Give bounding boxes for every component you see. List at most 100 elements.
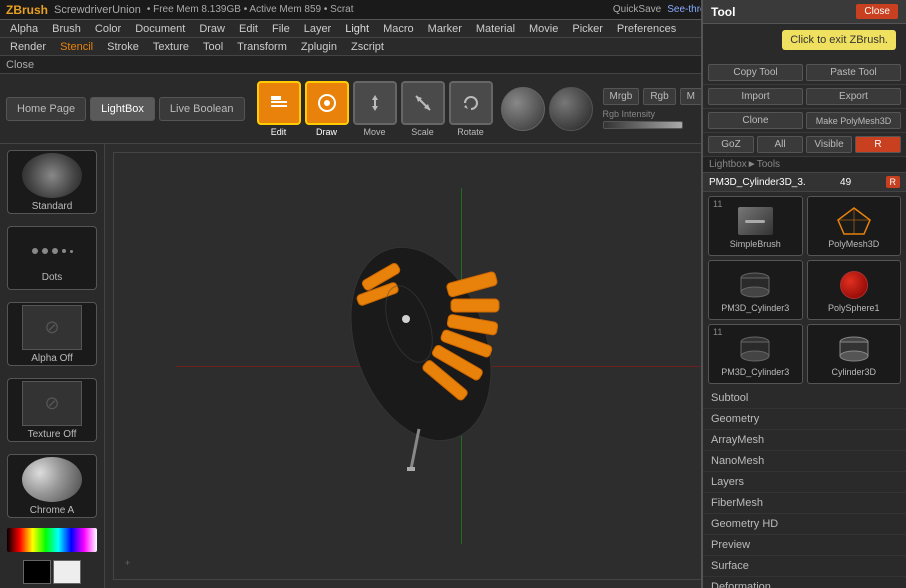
menu-zplugin[interactable]: Zplugin <box>295 40 343 54</box>
material-sphere[interactable] <box>501 87 545 131</box>
standard-label: Standard <box>32 201 73 212</box>
subtool-item-subtool[interactable]: Subtool <box>703 388 906 409</box>
copy-tool-button[interactable]: Copy Tool <box>708 64 803 81</box>
subtool-item-geometry[interactable]: Geometry <box>703 409 906 430</box>
import-export-row: Import Export <box>703 85 906 109</box>
tab-lightbox[interactable]: LightBox <box>90 97 155 121</box>
tab-home-page[interactable]: Home Page <box>6 97 86 121</box>
pm3d-cylinder3-b-thumb[interactable]: 11 PM3D_Cylinder3 <box>708 324 803 384</box>
tab-live-boolean[interactable]: Live Boolean <box>159 97 245 121</box>
foreground-color[interactable] <box>23 560 51 584</box>
mem-info: • Free Mem 8.139GB • Active Mem 859 • Sc… <box>147 4 607 15</box>
edit-tool-btn[interactable] <box>257 81 301 125</box>
subtool-item-geometryhd[interactable]: Geometry HD <box>703 514 906 535</box>
dots-brush-thumb[interactable]: Dots <box>7 226 97 290</box>
model-container <box>261 204 561 484</box>
m-button[interactable]: M <box>680 88 702 105</box>
goz-button[interactable]: GoZ <box>708 136 754 153</box>
rgb-intensity-slider[interactable] <box>603 121 683 129</box>
move-tool-btn[interactable] <box>353 81 397 125</box>
scale-tool-label: Scale <box>411 127 434 137</box>
draw-tool-label: Draw <box>316 127 337 137</box>
menu-light[interactable]: Light <box>339 22 375 36</box>
menu-render[interactable]: Render <box>4 40 52 54</box>
simple-brush-label: SimpleBrush <box>730 239 781 249</box>
subtool-item-arraymesh[interactable]: ArrayMesh <box>703 430 906 451</box>
chrome-label: Chrome A <box>30 505 74 516</box>
edit-tool-label: Edit <box>271 127 287 137</box>
active-tool-row: PM3D_Cylinder3D_3. 49 R <box>703 173 906 192</box>
close-label[interactable]: Close <box>6 59 34 71</box>
background-color[interactable] <box>53 560 81 584</box>
menu-brush[interactable]: Brush <box>46 22 87 36</box>
menu-color[interactable]: Color <box>89 22 127 36</box>
chrome-thumb[interactable]: Chrome A <box>7 454 97 518</box>
menu-texture[interactable]: Texture <box>147 40 195 54</box>
polymesh3d-icon <box>834 204 874 239</box>
rotate-tool-btn[interactable] <box>449 81 493 125</box>
rotate-tool-label: Rotate <box>457 127 484 137</box>
lightbox-tools-label[interactable]: Lightbox►Tools <box>703 157 906 173</box>
brush-preview-standard <box>22 153 82 198</box>
color-swatches <box>23 560 81 584</box>
polymesh3d-thumb[interactable]: PolyMesh3D <box>807 196 902 256</box>
subtool-item-deformation[interactable]: Deformation <box>703 577 906 588</box>
polysphere1-thumb[interactable]: PolySphere1 <box>807 260 902 320</box>
texture-off-preview: ⊘ <box>22 381 82 426</box>
polymesh3d-label: PolyMesh3D <box>828 239 879 249</box>
menu-preferences[interactable]: Preferences <box>611 22 682 36</box>
cylinder3d-thumb[interactable]: Cylinder3D <box>807 324 902 384</box>
all-button[interactable]: All <box>757 136 803 153</box>
menu-material[interactable]: Material <box>470 22 521 36</box>
rgb-button[interactable]: Rgb <box>643 88 675 105</box>
paste-tool-button[interactable]: Paste Tool <box>806 64 901 81</box>
menu-alpha[interactable]: Alpha <box>4 22 44 36</box>
draw-tool-btn[interactable] <box>305 81 349 125</box>
menu-macro[interactable]: Macro <box>377 22 420 36</box>
left-panel: Standard Dots ⊘ Alpha Off ⊘ Texture Off <box>0 144 105 588</box>
tool-panel: Tool Close Click to exit ZBrush. Copy To… <box>701 0 906 588</box>
menu-draw[interactable]: Draw <box>193 22 231 36</box>
menu-marker[interactable]: Marker <box>422 22 468 36</box>
main-area: Standard Dots ⊘ Alpha Off ⊘ Texture Off <box>0 144 906 588</box>
simple-brush-thumb[interactable]: 11 SimpleBrush <box>708 196 803 256</box>
subtool-item-preview[interactable]: Preview <box>703 535 906 556</box>
subtool-item-nanomesh[interactable]: NanoMesh <box>703 451 906 472</box>
make-polymesh-button[interactable]: Make PolyMesh3D <box>806 112 901 129</box>
subtool-item-surface[interactable]: Surface <box>703 556 906 577</box>
scale-tool-btn[interactable] <box>401 81 445 125</box>
menu-picker[interactable]: Picker <box>566 22 609 36</box>
clone-button[interactable]: Clone <box>708 112 803 129</box>
menu-stroke[interactable]: Stroke <box>101 40 145 54</box>
standard-brush-thumb[interactable]: Standard <box>7 150 97 214</box>
tool-close-button[interactable]: Close <box>856 4 898 19</box>
menu-edit[interactable]: Edit <box>233 22 264 36</box>
matcap-sphere[interactable] <box>549 87 593 131</box>
menu-file[interactable]: File <box>266 22 296 36</box>
clone-row: Clone Make PolyMesh3D <box>703 109 906 133</box>
import-button[interactable]: Import <box>708 88 803 105</box>
menu-stencil[interactable]: Stencil <box>54 40 99 54</box>
texture-off-thumb[interactable]: ⊘ Texture Off <box>7 378 97 442</box>
quicksave-btn[interactable]: QuickSave <box>613 4 661 15</box>
menu-document[interactable]: Document <box>129 22 191 36</box>
menu-tool[interactable]: Tool <box>197 40 229 54</box>
menu-zscript[interactable]: Zscript <box>345 40 390 54</box>
menu-layer[interactable]: Layer <box>298 22 338 36</box>
mrgb-button[interactable]: Mrgb <box>603 88 640 105</box>
subtool-item-fibermesh[interactable]: FiberMesh <box>703 493 906 514</box>
export-button[interactable]: Export <box>806 88 901 105</box>
rgb-intensity-label: Rgb Intensity <box>603 109 703 119</box>
menu-transform[interactable]: Transform <box>231 40 293 54</box>
r-button[interactable]: R <box>855 136 901 153</box>
subtool-list: Subtool Geometry ArrayMesh NanoMesh Laye… <box>703 388 906 588</box>
goz-row: GoZ All Visible R <box>703 133 906 157</box>
menu-movie[interactable]: Movie <box>523 22 564 36</box>
active-tool-num: 49 <box>840 177 851 188</box>
alpha-off-label: Alpha Off <box>31 353 73 364</box>
visible-button[interactable]: Visible <box>806 136 852 153</box>
alpha-off-thumb[interactable]: ⊘ Alpha Off <box>7 302 97 366</box>
color-gradient[interactable] <box>7 528 97 552</box>
subtool-item-layers[interactable]: Layers <box>703 472 906 493</box>
pm3d-cylinder3-left-thumb[interactable]: PM3D_Cylinder3 <box>708 260 803 320</box>
